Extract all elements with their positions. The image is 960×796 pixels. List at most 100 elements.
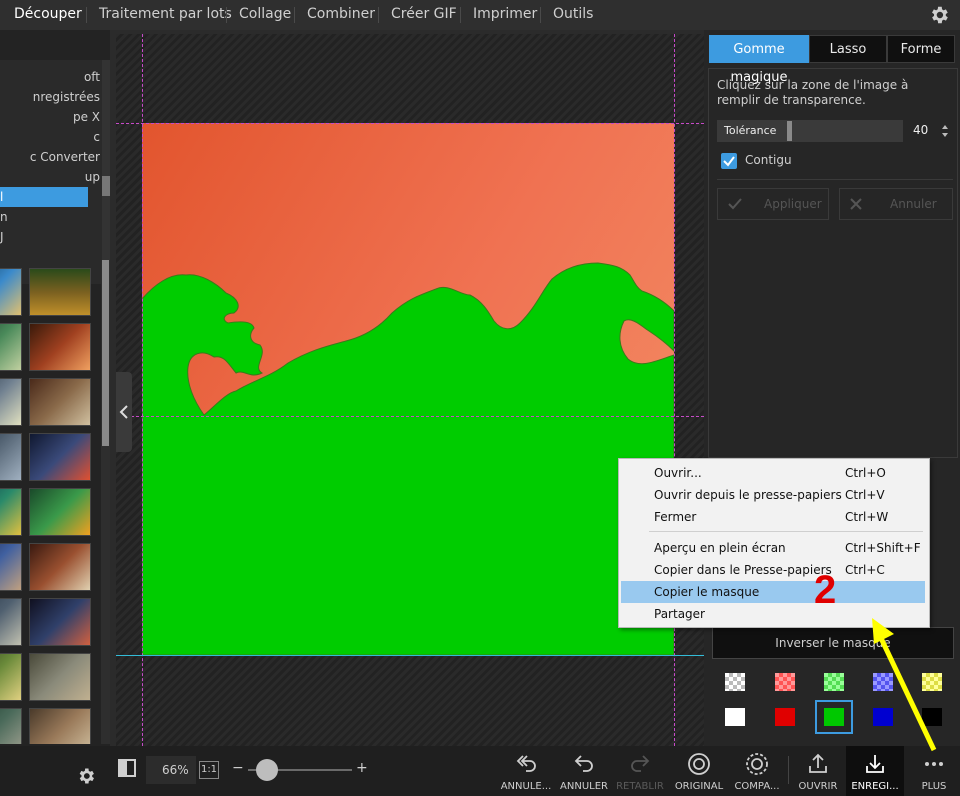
menu-creer-gif[interactable]: Créer GIF: [381, 0, 467, 30]
tab-gomme-magique[interactable]: Gomme magique: [709, 35, 809, 85]
menu-collage[interactable]: Collage: [229, 0, 301, 30]
swatch-fill: [725, 708, 745, 726]
thumbnail[interactable]: [0, 433, 22, 481]
swatch-green-selected[interactable]: [815, 700, 853, 734]
divider: [717, 179, 953, 180]
swatch-red-transparent[interactable]: [768, 667, 802, 697]
zoom-value[interactable]: 66%: [162, 763, 189, 777]
menu-imprimer[interactable]: Imprimer: [463, 0, 547, 30]
gear-icon[interactable]: [928, 4, 950, 26]
menu-combiner[interactable]: Combiner: [297, 0, 385, 30]
list-item[interactable]: c: [0, 127, 100, 147]
list-item[interactable]: n: [0, 207, 100, 227]
actual-size-button[interactable]: 1:1: [199, 761, 219, 779]
menu-decouper[interactable]: Découper: [4, 0, 92, 30]
menu-separator: [86, 7, 87, 23]
apply-button[interactable]: Appliquer: [717, 188, 829, 220]
list-item[interactable]: nregistrées: [0, 87, 100, 107]
tab-lasso[interactable]: Lasso: [809, 35, 887, 63]
thumbnail-scrollbar-thumb[interactable]: [102, 260, 109, 446]
compare-view-toggle[interactable]: [118, 759, 136, 777]
swatch-red[interactable]: [768, 702, 802, 732]
cancel-label: Annuler: [890, 197, 937, 211]
menu-item-ouvrir[interactable]: Ouvrir... Ctrl+O: [621, 462, 925, 484]
list-item[interactable]: up: [0, 167, 100, 187]
thumbnail[interactable]: [0, 598, 22, 646]
compare-button[interactable]: COMPA...: [729, 746, 785, 796]
menu-separator: [649, 531, 923, 532]
undo-all-icon: [516, 755, 536, 772]
thumbnail[interactable]: [0, 653, 22, 701]
swatch-green-transparent[interactable]: [817, 667, 851, 697]
thumbnail[interactable]: [0, 488, 22, 536]
thumbnail[interactable]: [29, 598, 91, 646]
thumbnail[interactable]: [29, 543, 91, 591]
original-button[interactable]: ORIGINAL: [671, 746, 727, 796]
menu-item-copier-le-masque[interactable]: Copier le masque: [621, 581, 925, 603]
list-item[interactable]: pe X: [0, 107, 100, 127]
thumbnail[interactable]: [29, 323, 91, 371]
menu-item-label: Fermer: [654, 510, 697, 524]
thumbnail[interactable]: [0, 268, 22, 316]
tolerance-slider[interactable]: Tolérance: [717, 120, 903, 142]
menu-separator: [460, 7, 461, 23]
swatch-white-transparent[interactable]: [718, 667, 752, 697]
menu-outils[interactable]: Outils: [543, 0, 603, 30]
thumbnail[interactable]: [0, 543, 22, 591]
thumbnail[interactable]: [29, 433, 91, 481]
preset-list: oft nregistrées pe X c c Converter up l …: [0, 60, 110, 284]
cancel-button[interactable]: Annuler: [839, 188, 953, 220]
zoom-in-button[interactable]: +: [356, 760, 368, 776]
thumbnail-scrollbar[interactable]: [101, 260, 110, 744]
thumbnail[interactable]: [0, 323, 22, 371]
thumbnail[interactable]: [29, 268, 91, 316]
contiguous-label: Contigu: [745, 153, 792, 167]
image-with-mask[interactable]: [142, 123, 674, 655]
zoom-out-button[interactable]: −: [232, 760, 244, 776]
menu-item-apercu-plein-ecran[interactable]: Aperçu en plein écran Ctrl+Shift+F: [621, 537, 925, 559]
menu-item-fermer[interactable]: Fermer Ctrl+W: [621, 506, 925, 528]
top-menu-bar: Découper Traitement par lots Collage Com…: [0, 0, 960, 30]
list-item[interactable]: J: [0, 227, 100, 247]
thumbnail[interactable]: [29, 488, 91, 536]
list-item[interactable]: c Converter: [0, 147, 100, 167]
tolerance-slider-thumb[interactable]: [787, 121, 792, 141]
list-item-label: up: [84, 170, 100, 184]
zoom-field[interactable]: 66%: [146, 756, 196, 784]
menu-item-copier-presse-papiers[interactable]: Copier dans le Presse-papiers Ctrl+C: [621, 559, 925, 581]
swatch-white[interactable]: [718, 702, 752, 732]
tolerance-value[interactable]: 40: [913, 123, 928, 137]
thumbnail[interactable]: [29, 708, 91, 744]
menu-item-shortcut: Ctrl+O: [845, 466, 886, 480]
undo-label: ANNULER: [560, 781, 608, 792]
list-item[interactable]: oft: [0, 67, 100, 87]
thumbnail[interactable]: [29, 653, 91, 701]
list-scrollbar-thumb[interactable]: [102, 176, 110, 196]
open-button[interactable]: OUVRIR: [790, 746, 846, 796]
undo-all-button[interactable]: ANNULE...: [498, 746, 554, 796]
thumbnail[interactable]: [0, 708, 22, 744]
stepper-arrows-icon[interactable]: [941, 123, 949, 139]
menu-item-ouvrir-presse-papiers[interactable]: Ouvrir depuis le presse-papiers Ctrl+V: [621, 484, 925, 506]
zoom-slider-thumb[interactable]: [256, 759, 278, 781]
undo-button[interactable]: ANNULER: [556, 746, 612, 796]
list-item-selected[interactable]: l: [0, 187, 88, 207]
zoom-slider[interactable]: [248, 759, 352, 781]
collapse-left-panel-button[interactable]: [116, 372, 132, 452]
tolerance-stepper[interactable]: 40: [909, 120, 953, 142]
gear-icon[interactable]: [76, 766, 96, 786]
redo-label: RÉTABLIR: [616, 781, 664, 792]
thumbnail-grid: [0, 260, 100, 744]
contiguous-checkbox[interactable]: [721, 153, 737, 169]
check-icon: [723, 156, 735, 167]
menu-item-label: Partager: [654, 607, 705, 621]
list-scrollbar[interactable]: [102, 60, 110, 284]
canvas-area[interactable]: [116, 34, 704, 746]
menu-traitement-par-lots[interactable]: Traitement par lots: [89, 0, 242, 30]
menu-item-shortcut: Ctrl+Shift+F: [845, 541, 921, 555]
tab-forme[interactable]: Forme: [887, 35, 955, 63]
redo-button[interactable]: RÉTABLIR: [612, 746, 668, 796]
menu-item-shortcut: Ctrl+V: [845, 488, 885, 502]
thumbnail[interactable]: [0, 378, 22, 426]
thumbnail[interactable]: [29, 378, 91, 426]
